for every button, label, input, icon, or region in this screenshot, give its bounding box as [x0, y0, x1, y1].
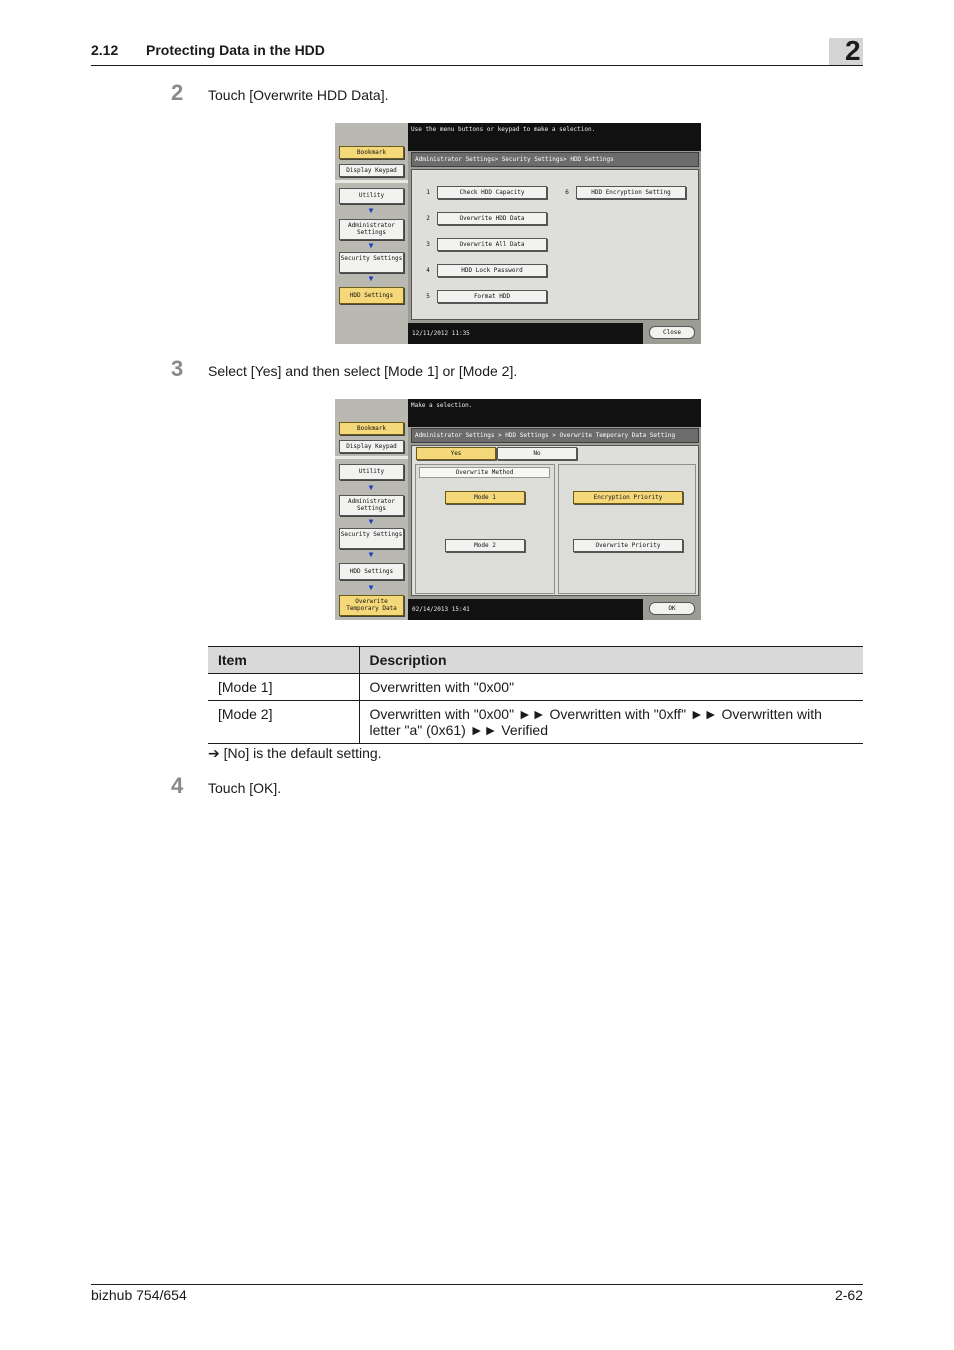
bookmark-button[interactable]: Bookmark	[339, 146, 404, 159]
left-panel: Bookmark Display Keypad Utility ▼ Admini…	[335, 123, 408, 344]
display-keypad-button[interactable]: Display Keypad	[339, 440, 404, 453]
no-button[interactable]: No	[497, 447, 577, 460]
down-arrow-icon: ▼	[368, 206, 374, 215]
hdd-lock-password-button[interactable]: HDD Lock Password	[437, 264, 547, 277]
admin-settings-button[interactable]: Administrator Settings	[339, 495, 404, 516]
overwrite-all-data-button[interactable]: Overwrite All Data	[437, 238, 547, 251]
display-keypad-button[interactable]: Display Keypad	[339, 164, 404, 177]
ok-button[interactable]: OK	[649, 602, 695, 615]
left-panel: Bookmark Display Keypad Utility ▼ Admini…	[335, 399, 408, 620]
format-hdd-button[interactable]: Format HDD	[437, 290, 547, 303]
security-settings-button[interactable]: Security Settings	[339, 528, 404, 549]
section-number: 2.12	[91, 42, 119, 58]
header-rule	[91, 65, 863, 66]
menu-index: 2	[426, 215, 430, 222]
footer-rule	[91, 1284, 863, 1285]
footer-page-number: 2-62	[834, 1287, 863, 1303]
overwrite-method-pane	[415, 464, 555, 594]
step-text: Touch [OK].	[208, 780, 282, 796]
section-title: Protecting Data in the HDD	[146, 42, 325, 58]
encryption-priority-button[interactable]: Encryption Priority	[573, 491, 683, 504]
priority-pane	[558, 464, 696, 594]
menu-index: 5	[426, 293, 430, 300]
down-arrow-icon: ▼	[368, 274, 374, 283]
overwrite-priority-button[interactable]: Overwrite Priority	[573, 539, 683, 552]
menu-index: 3	[426, 241, 430, 248]
table-cell-item: [Mode 1]	[208, 673, 360, 701]
menu-index: 6	[565, 189, 569, 196]
check-hdd-capacity-button[interactable]: Check HDD Capacity	[437, 186, 547, 199]
down-arrow-icon: ▼	[368, 517, 374, 526]
sidebar-divider	[335, 180, 408, 183]
breadcrumb: Administrator Settings > HDD Settings > …	[411, 428, 699, 443]
admin-settings-button[interactable]: Administrator Settings	[339, 219, 404, 240]
footer-product: bizhub 754/654	[91, 1287, 187, 1303]
overwrite-method-label: Overwrite Method	[419, 467, 550, 478]
bookmark-button[interactable]: Bookmark	[339, 422, 404, 435]
screen-message: Use the menu buttons or keypad to make a…	[411, 126, 596, 133]
table-cell-item: [Mode 2]	[208, 700, 360, 744]
date-time: 12/11/2012 11:35	[412, 330, 470, 337]
hdd-settings-button[interactable]: HDD Settings	[339, 563, 404, 580]
mode-1-button[interactable]: Mode 1	[445, 491, 525, 504]
step-number: 3	[171, 356, 184, 381]
screen-message: Make a selection.	[411, 402, 473, 409]
yes-button[interactable]: Yes	[416, 447, 496, 460]
hdd-settings-button[interactable]: HDD Settings	[339, 287, 404, 304]
chapter-number: 2	[845, 35, 861, 66]
mode-2-button[interactable]: Mode 2	[445, 539, 525, 552]
table-row: [Mode 2] Overwritten with "0x00" ►► Over…	[208, 700, 863, 744]
down-arrow-icon: ▼	[368, 550, 374, 559]
mode-description-table: Item Description [Mode 1] Overwritten wi…	[208, 646, 863, 744]
hdd-encryption-setting-button[interactable]: HDD Encryption Setting	[576, 186, 686, 199]
overwrite-temp-data-button[interactable]: Overwrite Temporary Data	[339, 595, 404, 616]
hdd-settings-screen: Bookmark Display Keypad Utility ▼ Admini…	[335, 123, 701, 344]
table-header-row: Item Description	[208, 646, 863, 674]
table-cell-description: Overwritten with "0x00"	[359, 673, 863, 701]
menu-index: 4	[426, 267, 430, 274]
sidebar-divider	[335, 456, 408, 459]
step-number: 4	[171, 773, 184, 798]
column-header-description: Description	[359, 646, 863, 674]
table-row: [Mode 1] Overwritten with "0x00"	[208, 673, 863, 701]
down-arrow-icon: ▼	[368, 483, 374, 492]
date-time: 02/14/2013 15:41	[412, 606, 470, 613]
down-arrow-icon: ▼	[368, 241, 374, 250]
breadcrumb: Administrator Settings> Security Setting…	[411, 152, 699, 167]
table-cell-description: Overwritten with "0x00" ►► Overwritten w…	[359, 700, 863, 744]
utility-button[interactable]: Utility	[339, 464, 404, 480]
overwrite-hdd-data-button[interactable]: Overwrite HDD Data	[437, 212, 547, 225]
down-arrow-icon: ▼	[368, 583, 374, 592]
security-settings-button[interactable]: Security Settings	[339, 252, 404, 273]
overwrite-temp-data-screen: Bookmark Display Keypad Utility ▼ Admini…	[335, 399, 701, 620]
step-text: Select [Yes] and then select [Mode 1] or…	[208, 363, 518, 379]
column-header-item: Item	[208, 646, 360, 674]
utility-button[interactable]: Utility	[339, 188, 404, 204]
menu-index: 1	[426, 189, 430, 196]
default-setting-note: ➔ [No] is the default setting.	[208, 745, 382, 761]
step-text: Touch [Overwrite HDD Data].	[208, 87, 389, 103]
step-number: 2	[171, 80, 184, 105]
close-button[interactable]: Close	[649, 326, 695, 339]
